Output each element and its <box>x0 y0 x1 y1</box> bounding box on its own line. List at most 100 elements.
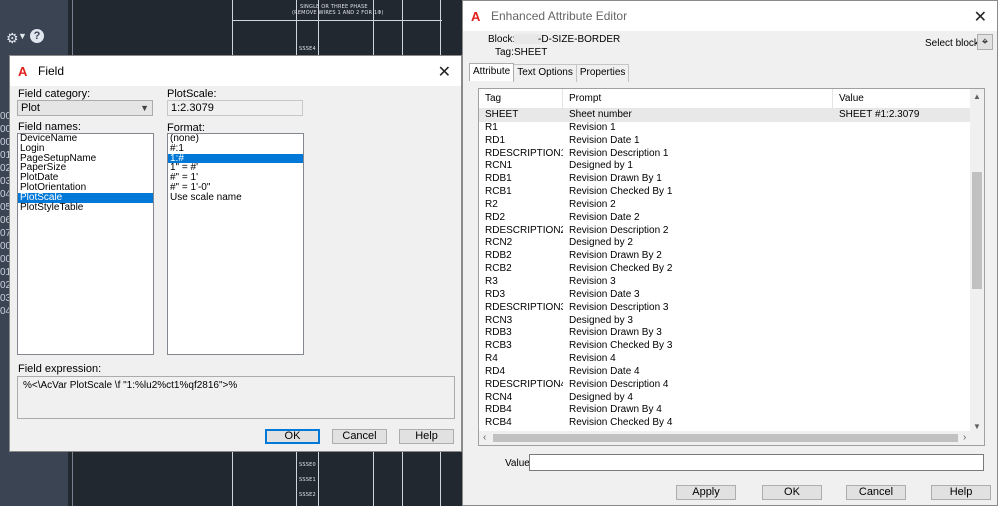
table-row[interactable]: RD3 Revision Date 3 <box>479 289 971 302</box>
cell-prompt: Revision Description 3 <box>569 301 669 313</box>
cell-tag: RDB3 <box>485 327 512 339</box>
format-list[interactable]: (none) #:1 1:# 1" = #' #" = 1' #" = 1'-0" Use … <box>167 133 304 355</box>
horizontal-scrollbar[interactable]: ‹ › <box>479 431 984 445</box>
field-names-list[interactable]: DeviceName Login PageSetupName PaperSize Plo… <box>17 133 154 355</box>
table-row[interactable]: RD4 Revision Date 4 <box>479 366 971 379</box>
close-icon[interactable]: ✕ <box>438 62 451 82</box>
cell-tag: RDESCRIPTION3 <box>485 301 563 313</box>
cell-tag: RDESCRIPTION2 <box>485 224 563 236</box>
vertical-scrollbar[interactable]: ▲ ▼ <box>970 89 984 433</box>
cell-tag: RDESCRIPTION4 <box>485 378 563 390</box>
help-button[interactable]: Help <box>931 485 991 500</box>
attr-editor-titlebar[interactable]: A Enhanced Attribute Editor ✕ <box>463 1 997 31</box>
cell-prompt: Revision Checked By 4 <box>569 417 673 429</box>
field-dialog-titlebar[interactable]: A Field ✕ <box>10 56 461 86</box>
cell-value <box>833 135 971 148</box>
table-row[interactable]: RCB3 Revision Checked By 3 <box>479 340 971 353</box>
table-row[interactable]: RD2 Revision Date 2 <box>479 212 971 225</box>
table-row[interactable]: RCN1 Designed by 1 <box>479 160 971 173</box>
table-body: SHEET Sheet number SHEET #1:2.3079 R1 Revisi… <box>479 109 971 430</box>
chevron-down-icon: ▼ <box>140 103 149 113</box>
cell-prompt: Revision 1 <box>569 121 616 133</box>
list-item[interactable]: #:1 <box>168 143 303 154</box>
cell-value <box>833 417 971 430</box>
table-row[interactable]: RCB2 Revision Checked By 2 <box>479 263 971 276</box>
cell-tag: RDB1 <box>485 173 512 185</box>
table-row[interactable]: SHEET Sheet number SHEET #1:2.3079 <box>479 109 971 122</box>
cell-value <box>833 315 971 328</box>
select-block-button[interactable]: ⌖ <box>977 34 993 50</box>
table-row[interactable]: RD1 Revision Date 1 <box>479 135 971 148</box>
table-row[interactable]: RCB4 Revision Checked By 4 <box>479 417 971 430</box>
plotscale-field: 1:2.3079 <box>167 100 303 116</box>
table-row[interactable]: R4 Revision 4 <box>479 353 971 366</box>
sheet-note: (REMOVE WIRES 1 AND 2 FOR 1Φ) <box>292 10 384 16</box>
field-category-select[interactable]: Plot ▼ <box>17 100 153 116</box>
table-row[interactable]: RCB1 Revision Checked By 1 <box>479 186 971 199</box>
cell-prompt: Revision Description 1 <box>569 147 669 159</box>
scroll-up-icon[interactable]: ▲ <box>973 92 981 101</box>
table-row[interactable]: R3 Revision 3 <box>479 276 971 289</box>
cell-value <box>833 263 971 276</box>
cell-tag: RCB3 <box>485 340 512 352</box>
cell-prompt: Revision Date 1 <box>569 134 640 146</box>
tag-value: SHEET <box>514 47 548 58</box>
table-row[interactable]: RCN3 Designed by 3 <box>479 315 971 328</box>
layers-icon[interactable]: ⚙ <box>6 30 19 47</box>
table-row[interactable]: RDB1 Revision Drawn By 1 <box>479 173 971 186</box>
cell-value <box>833 173 971 186</box>
cell-tag: RDESCRIPTION1 <box>485 147 563 159</box>
field-expression-box[interactable]: %<\AcVar PlotScale \f "1:%lu2%ct1%qf2816… <box>17 376 455 419</box>
field-expression-label: Field expression: <box>18 363 102 375</box>
column-header-prompt[interactable]: Prompt <box>563 89 833 108</box>
attribute-table: Tag Prompt Value SHEET Sheet number SHEET … <box>478 88 985 446</box>
cell-prompt: Revision 4 <box>569 353 616 365</box>
table-row[interactable]: R2 Revision 2 <box>479 199 971 212</box>
sheet-note: SSSE4 <box>299 46 316 52</box>
table-row[interactable]: RDB2 Revision Drawn By 2 <box>479 250 971 263</box>
block-value: -D-SIZE-BORDER <box>538 34 621 45</box>
ok-button[interactable]: OK <box>762 485 822 500</box>
scroll-right-icon[interactable]: › <box>963 432 966 443</box>
field-expression-value: %<\AcVar PlotScale \f "1:%lu2%ct1%qf2816… <box>23 380 238 391</box>
value-input[interactable] <box>529 454 984 471</box>
cell-value <box>833 353 971 366</box>
close-icon[interactable]: ✕ <box>974 7 987 27</box>
column-header-tag[interactable]: Tag <box>479 89 563 108</box>
cancel-button[interactable]: Cancel <box>332 429 387 444</box>
help-icon[interactable]: ? <box>30 29 44 43</box>
table-row[interactable]: RDESCRIPTION1 Revision Description 1 <box>479 148 971 161</box>
table-row[interactable]: RDESCRIPTION2 Revision Description 2 <box>479 225 971 238</box>
cell-tag: RCN4 <box>485 391 513 403</box>
scrollbar-thumb[interactable] <box>493 434 958 442</box>
tab-attribute[interactable]: Attribute <box>469 63 515 81</box>
table-row[interactable]: RCN4 Designed by 4 <box>479 392 971 405</box>
table-row[interactable]: RCN2 Designed by 2 <box>479 237 971 250</box>
scrollbar-thumb[interactable] <box>972 172 982 289</box>
list-item[interactable]: Use scale name <box>168 192 303 203</box>
list-item[interactable]: (none) <box>168 134 303 144</box>
tab-text-options[interactable]: Text Options <box>513 64 577 82</box>
table-row[interactable]: RDB4 Revision Drawn By 4 <box>479 404 971 417</box>
cell-value <box>833 289 971 302</box>
cell-tag: RD1 <box>485 134 506 146</box>
scroll-left-icon[interactable]: ‹ <box>483 432 486 443</box>
select-block-label: Select block <box>925 38 979 49</box>
ok-button[interactable]: OK <box>265 429 320 444</box>
cell-tag: RD3 <box>485 288 506 300</box>
help-button[interactable]: Help <box>399 429 454 444</box>
table-row[interactable]: R1 Revision 1 <box>479 122 971 135</box>
sheet-border-line <box>232 20 442 21</box>
apply-button[interactable]: Apply <box>676 485 736 500</box>
dropdown-arrow-icon[interactable]: ▼ <box>18 31 27 41</box>
table-row[interactable]: RDB3 Revision Drawn By 3 <box>479 327 971 340</box>
cell-value <box>833 160 971 173</box>
scroll-down-icon[interactable]: ▼ <box>973 422 981 431</box>
table-row[interactable]: RDESCRIPTION3 Revision Description 3 <box>479 302 971 315</box>
table-row[interactable]: RDESCRIPTION4 Revision Description 4 <box>479 379 971 392</box>
cell-prompt: Designed by 2 <box>569 237 633 249</box>
column-header-value[interactable]: Value <box>833 89 971 108</box>
cancel-button[interactable]: Cancel <box>846 485 906 500</box>
list-item[interactable]: PlotStyleTable <box>18 202 153 213</box>
tab-properties[interactable]: Properties <box>575 64 630 82</box>
